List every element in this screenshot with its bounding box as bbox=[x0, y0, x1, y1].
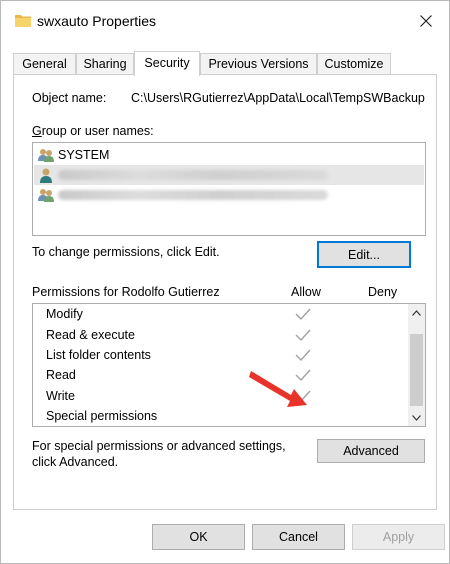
users-group-icon bbox=[38, 149, 54, 162]
scroll-thumb[interactable] bbox=[410, 334, 423, 406]
chevron-down-icon bbox=[412, 414, 421, 421]
users-list[interactable]: SYSTEM bbox=[32, 142, 426, 236]
window-title: swxauto Properties bbox=[37, 13, 157, 29]
redacted-group-name bbox=[58, 190, 328, 200]
group-names-label-rest: roup or user names: bbox=[41, 124, 154, 138]
user-row-system[interactable]: SYSTEM bbox=[34, 145, 424, 165]
special-permissions-text: For special permissions or advanced sett… bbox=[32, 439, 286, 469]
permissions-list[interactable]: Modify Read & execute List folder conten… bbox=[32, 303, 426, 427]
object-name-value: C:\Users\RGutierrez\AppData\Local\TempSW… bbox=[131, 91, 425, 105]
chevron-up-icon bbox=[412, 309, 421, 316]
properties-dialog: swxauto Properties General Sharing Secur… bbox=[0, 0, 450, 564]
object-name-label: Object name: bbox=[32, 91, 107, 105]
permissions-scrollbar[interactable] bbox=[408, 304, 425, 426]
permission-read: Read bbox=[46, 368, 76, 382]
permissions-label: Permissions for Rodolfo Gutierrez bbox=[32, 285, 220, 299]
deny-header: Deny bbox=[368, 285, 398, 299]
close-icon bbox=[420, 15, 432, 27]
user-icon bbox=[40, 168, 52, 183]
permission-list-folder: List folder contents bbox=[46, 348, 151, 362]
users-group-icon bbox=[38, 189, 54, 202]
scroll-down-button[interactable] bbox=[408, 409, 425, 426]
title-bar[interactable]: swxauto Properties bbox=[1, 1, 449, 41]
allow-check-icon bbox=[295, 349, 311, 362]
permission-write: Write bbox=[46, 389, 75, 403]
apply-button[interactable]: Apply bbox=[352, 524, 445, 550]
permission-read-execute: Read & execute bbox=[46, 328, 135, 342]
redacted-user-name bbox=[58, 170, 328, 180]
edit-button[interactable]: Edit... bbox=[317, 241, 411, 268]
security-panel: Object name: C:\Users\RGutierrez\AppData… bbox=[13, 74, 437, 510]
ok-button[interactable]: OK bbox=[152, 524, 245, 550]
permission-modify: Modify bbox=[46, 307, 83, 321]
close-button[interactable] bbox=[403, 1, 449, 41]
tab-previous-versions[interactable]: Previous Versions bbox=[200, 53, 317, 75]
allow-check-icon bbox=[295, 308, 311, 321]
cancel-button[interactable]: Cancel bbox=[252, 524, 345, 550]
user-row-group[interactable] bbox=[34, 185, 424, 205]
folder-icon bbox=[15, 15, 31, 27]
group-names-label: Group or user names: bbox=[32, 124, 154, 138]
allow-header: Allow bbox=[291, 285, 321, 299]
tab-customize[interactable]: Customize bbox=[317, 53, 391, 75]
tab-sharing[interactable]: Sharing bbox=[76, 53, 134, 75]
change-permissions-text: To change permissions, click Edit. bbox=[32, 245, 220, 259]
permission-special: Special permissions bbox=[46, 409, 158, 423]
scroll-up-button[interactable] bbox=[408, 304, 425, 321]
tab-security[interactable]: Security bbox=[134, 51, 200, 76]
user-row-selected[interactable] bbox=[34, 165, 424, 185]
annotation-arrow-icon bbox=[249, 371, 307, 407]
user-name: SYSTEM bbox=[58, 148, 110, 162]
allow-check-icon bbox=[295, 329, 311, 342]
advanced-button[interactable]: Advanced bbox=[317, 439, 425, 463]
tab-general[interactable]: General bbox=[13, 53, 76, 75]
